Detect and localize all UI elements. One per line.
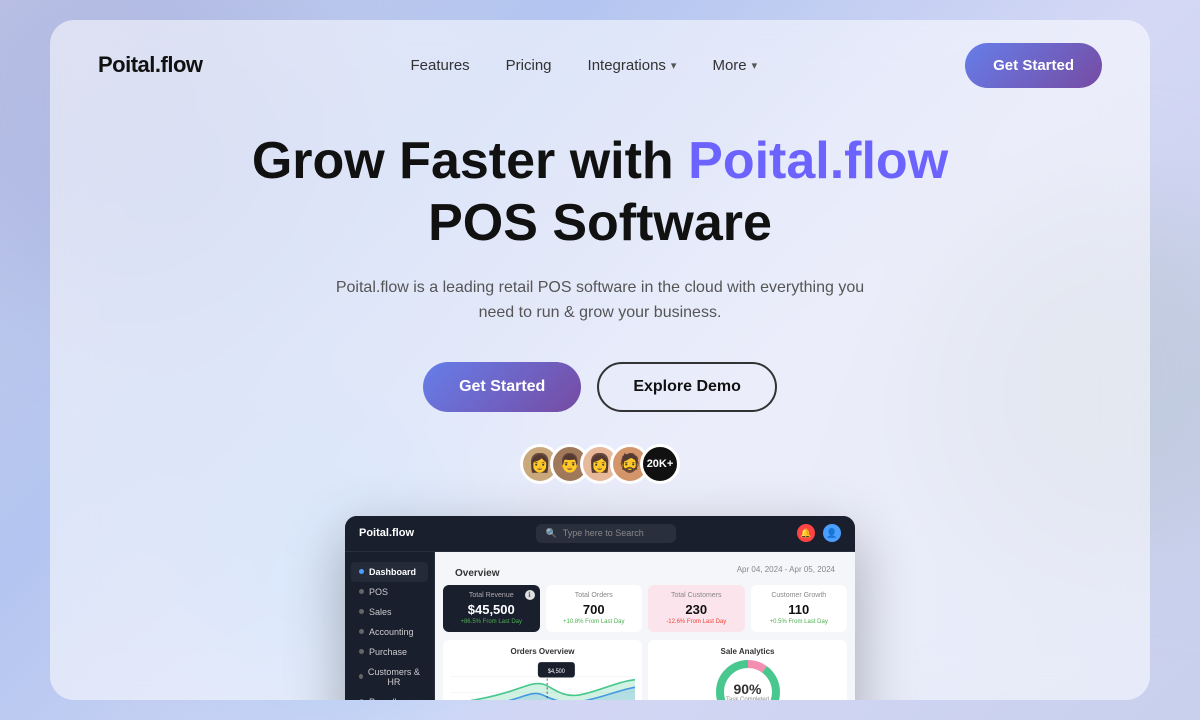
- dashboard-preview: Poital.flow 🔍 Type here to Search 🔔 👤: [98, 516, 1102, 700]
- db-charts: Orders Overview: [435, 640, 855, 700]
- db-body: Dashboard POS Sales Accounting: [345, 552, 855, 700]
- nav-links: Features Pricing Integrations ▾: [410, 57, 757, 74]
- sidebar-item-payroll[interactable]: Payroll: [345, 692, 434, 700]
- sidebar-item-dashboard[interactable]: Dashboard: [351, 562, 428, 582]
- sidebar-item-purchase[interactable]: Purchase: [345, 642, 434, 662]
- sale-analytics-chart: Sale Analytics: [648, 640, 847, 700]
- stat-card-revenue: ℹ Total Revenue $45,500 +86.5% From Last…: [443, 585, 540, 632]
- stat-card-orders: Total Orders 700 +10.8% From Last Day: [546, 585, 643, 632]
- social-proof: 👩 👨 👩 🧔 20K+: [98, 444, 1102, 484]
- stat-card-growth: Customer Growth 110 +0.5% From Last Day: [751, 585, 848, 632]
- chevron-down-icon: ▾: [752, 59, 758, 72]
- hero-subtitle: Poital.flow is a leading retail POS soft…: [330, 275, 870, 326]
- hero-title: Grow Faster with Poital.flow POS Softwar…: [98, 130, 1102, 255]
- db-main-content: Overview Apr 04, 2024 - Apr 05, 2024 ℹ T…: [435, 552, 855, 700]
- db-sidebar: Dashboard POS Sales Accounting: [345, 552, 435, 700]
- dashboard-card: Poital.flow 🔍 Type here to Search 🔔 👤: [345, 516, 855, 700]
- db-notification-icon: 🔔: [797, 524, 815, 542]
- donut-text: 90% Task Completed: [726, 681, 769, 700]
- db-avatar-icon: 👤: [823, 524, 841, 542]
- sidebar-item-accounting[interactable]: Accounting: [345, 622, 434, 642]
- db-icons: 🔔 👤: [797, 524, 841, 542]
- hero-get-started-button[interactable]: Get Started: [423, 362, 581, 412]
- sidebar-item-sales[interactable]: Sales: [345, 602, 434, 622]
- avatar-count: 20K+: [640, 444, 680, 484]
- db-date-range: Apr 04, 2024 - Apr 05, 2024: [727, 565, 845, 574]
- db-overview-title: Overview: [445, 560, 509, 583]
- avatar-group: 👩 👨 👩 🧔 20K+: [520, 444, 680, 484]
- nav-item-more[interactable]: More ▾: [712, 57, 757, 74]
- orders-overview-chart: Orders Overview: [443, 640, 642, 700]
- nav-item-integrations[interactable]: Integrations ▾: [588, 57, 677, 74]
- db-topbar: Poital.flow 🔍 Type here to Search 🔔 👤: [345, 516, 855, 552]
- hero-cta-buttons: Get Started Explore Demo: [98, 362, 1102, 412]
- nav-item-features[interactable]: Features: [410, 57, 469, 74]
- chevron-down-icon: ▾: [671, 59, 677, 72]
- svg-text:$4,500: $4,500: [548, 669, 565, 675]
- db-logo: Poital.flow: [359, 527, 414, 539]
- logo[interactable]: Poital.flow: [98, 52, 203, 78]
- navbar: Poital.flow Features Pricing Integration…: [50, 20, 1150, 110]
- nav-item-pricing[interactable]: Pricing: [506, 57, 552, 74]
- nav-cta-button[interactable]: Get Started: [965, 43, 1102, 88]
- sidebar-item-customers[interactable]: Customers & HR: [345, 662, 434, 692]
- db-stats-grid: ℹ Total Revenue $45,500 +86.5% From Last…: [435, 585, 855, 640]
- db-search: 🔍 Type here to Search: [536, 524, 676, 543]
- sidebar-item-pos[interactable]: POS: [345, 582, 434, 602]
- donut-container: 90% Task Completed: [655, 660, 840, 700]
- hero-section: Grow Faster with Poital.flow POS Softwar…: [50, 110, 1150, 700]
- hero-explore-demo-button[interactable]: Explore Demo: [597, 362, 777, 412]
- info-icon: ℹ: [525, 590, 535, 600]
- stat-card-customers: Total Customers 230 -12.6% From Last Day: [648, 585, 745, 632]
